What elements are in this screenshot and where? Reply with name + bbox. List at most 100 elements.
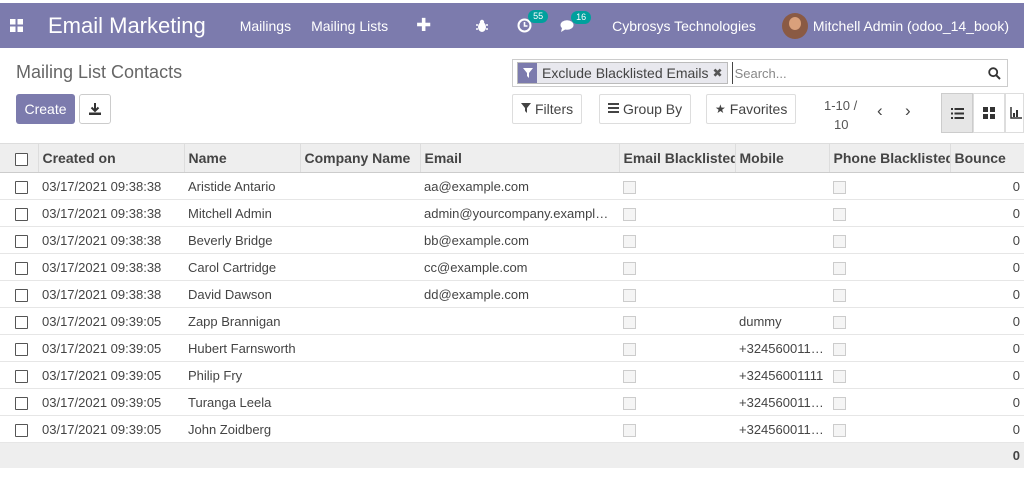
cell-email-blacklisted — [619, 253, 735, 281]
star-icon: ★ — [715, 102, 726, 116]
row-select-checkbox[interactable] — [0, 253, 38, 281]
cell-email — [420, 361, 619, 389]
row-select-checkbox[interactable] — [0, 199, 38, 227]
app-title[interactable]: Email Marketing — [48, 13, 206, 39]
table-row[interactable]: 03/17/2021 09:39:05 John Zoidberg +3245600… — [0, 415, 1024, 443]
table-row[interactable]: 03/17/2021 09:38:38 Mitchell Admin admin@y… — [0, 199, 1024, 227]
cell-created-on: 03/17/2021 09:38:38 — [38, 280, 184, 308]
cell-email: aa@example.com — [420, 172, 619, 200]
cell-email-blacklisted — [619, 172, 735, 200]
cell-mobile — [735, 226, 829, 254]
cell-phone-blacklisted — [829, 361, 950, 389]
cell-company-name — [300, 253, 420, 281]
table-footer-row: 0 — [0, 442, 1024, 468]
list-view-icon[interactable] — [941, 93, 973, 133]
cell-company-name — [300, 334, 420, 362]
search-icon[interactable] — [981, 66, 1007, 80]
cell-name: John Zoidberg — [184, 415, 300, 443]
group-by-button[interactable]: Group By — [599, 94, 692, 124]
table-row[interactable]: 03/17/2021 09:39:05 Zapp Brannigan dummy 0 — [0, 307, 1024, 335]
column-mobile[interactable]: Mobile — [734, 143, 829, 173]
cell-company-name — [300, 307, 420, 335]
menu-mailings[interactable]: Mailings — [240, 18, 291, 34]
cell-created-on: 03/17/2021 09:39:05 — [38, 307, 184, 335]
column-name[interactable]: Name — [183, 143, 300, 173]
cell-company-name — [300, 172, 420, 200]
cell-phone-blacklisted — [829, 307, 950, 335]
row-select-checkbox[interactable] — [0, 334, 38, 362]
table-row[interactable]: 03/17/2021 09:38:38 Aristide Antario aa@ex… — [0, 172, 1024, 200]
cell-created-on: 03/17/2021 09:38:38 — [38, 253, 184, 281]
cell-name: Beverly Bridge — [184, 226, 300, 254]
pager-range: 1-10 / — [824, 98, 858, 113]
column-company-name[interactable]: Company Name — [299, 143, 420, 173]
row-select-checkbox[interactable] — [0, 307, 38, 335]
cell-name: Hubert Farnsworth — [184, 334, 300, 362]
cell-email-blacklisted — [619, 307, 735, 335]
column-email[interactable]: Email — [419, 143, 619, 173]
filters-button[interactable]: Filters — [512, 94, 583, 124]
favorites-button[interactable]: ★ Favorites — [706, 94, 797, 124]
cell-email-blacklisted — [619, 280, 735, 308]
company-switcher[interactable]: Cybrosys Technologies — [612, 18, 756, 34]
cell-phone-blacklisted — [829, 415, 950, 443]
search-input[interactable] — [731, 62, 981, 84]
cell-email: cc@example.com — [420, 253, 619, 281]
cell-bounce: 0 — [950, 415, 1024, 443]
row-select-checkbox[interactable] — [0, 388, 38, 416]
user-menu[interactable]: Mitchell Admin (odoo_14_book) — [813, 18, 1009, 34]
row-select-checkbox[interactable] — [0, 415, 38, 443]
cell-email-blacklisted — [619, 199, 735, 227]
select-all-checkbox[interactable] — [0, 143, 38, 173]
cell-email-blacklisted — [619, 334, 735, 362]
cell-created-on: 03/17/2021 09:38:38 — [38, 199, 184, 227]
cell-email-blacklisted — [619, 226, 735, 254]
column-bounce[interactable]: Bounce — [949, 143, 1024, 173]
activity-clock-icon[interactable]: 55 — [517, 10, 549, 33]
cell-company-name — [300, 199, 420, 227]
cell-email-blacklisted — [619, 361, 735, 389]
table-row[interactable]: 03/17/2021 09:39:05 Philip Fry +3245600111… — [0, 361, 1024, 389]
row-select-checkbox[interactable] — [0, 361, 38, 389]
export-download-button[interactable] — [79, 94, 111, 124]
cell-email — [420, 334, 619, 362]
column-phone-blacklisted[interactable]: Phone Blacklisted — [828, 143, 950, 173]
debug-bug-icon[interactable] — [475, 19, 489, 33]
cell-name: Turanga Leela — [184, 388, 300, 416]
create-button[interactable]: Create — [16, 94, 75, 124]
table-row[interactable]: 03/17/2021 09:38:38 David Dawson dd@exampl… — [0, 280, 1024, 308]
table-row[interactable]: 03/17/2021 09:39:05 Turanga Leela +3245600… — [0, 388, 1024, 416]
pager-next-icon[interactable]: › — [905, 101, 911, 121]
cell-email — [420, 415, 619, 443]
filter-icon — [521, 102, 531, 116]
column-created-on[interactable]: Created on — [37, 143, 184, 173]
group-by-label: Group By — [623, 101, 683, 117]
facet-remove-icon[interactable]: ✖ — [713, 63, 727, 83]
pager-previous-icon[interactable]: ‹ — [877, 101, 883, 121]
pager-value[interactable]: 1-10 / 10 — [824, 96, 860, 134]
menu-plus-icon[interactable]: ✚ — [416, 15, 431, 36]
cell-company-name — [300, 361, 420, 389]
cell-name: David Dawson — [184, 280, 300, 308]
row-select-checkbox[interactable] — [0, 280, 38, 308]
cell-mobile: dummy — [735, 307, 829, 335]
user-avatar[interactable] — [781, 12, 808, 39]
cell-mobile — [735, 280, 829, 308]
cell-mobile — [735, 199, 829, 227]
table-row[interactable]: 03/17/2021 09:38:38 Carol Cartridge cc@exa… — [0, 253, 1024, 281]
column-email-blacklisted[interactable]: Email Blacklisted — [618, 143, 735, 173]
menu-mailing-lists[interactable]: Mailing Lists — [311, 18, 388, 34]
cell-bounce: 0 — [950, 334, 1024, 362]
facet-label: Exclude Blacklisted Emails — [542, 65, 709, 81]
graph-view-icon[interactable] — [1005, 93, 1024, 133]
row-select-checkbox[interactable] — [0, 226, 38, 254]
view-switcher — [941, 93, 1024, 133]
cell-email: bb@example.com — [420, 226, 619, 254]
table-row[interactable]: 03/17/2021 09:38:38 Beverly Bridge bb@exam… — [0, 226, 1024, 254]
kanban-view-icon[interactable] — [973, 93, 1005, 133]
apps-menu-icon[interactable] — [0, 3, 32, 48]
table-row[interactable]: 03/17/2021 09:39:05 Hubert Farnsworth +324… — [0, 334, 1024, 362]
messages-chat-icon[interactable]: 16 — [560, 10, 592, 33]
row-select-checkbox[interactable] — [0, 172, 38, 200]
activity-badge: 55 — [528, 10, 549, 23]
